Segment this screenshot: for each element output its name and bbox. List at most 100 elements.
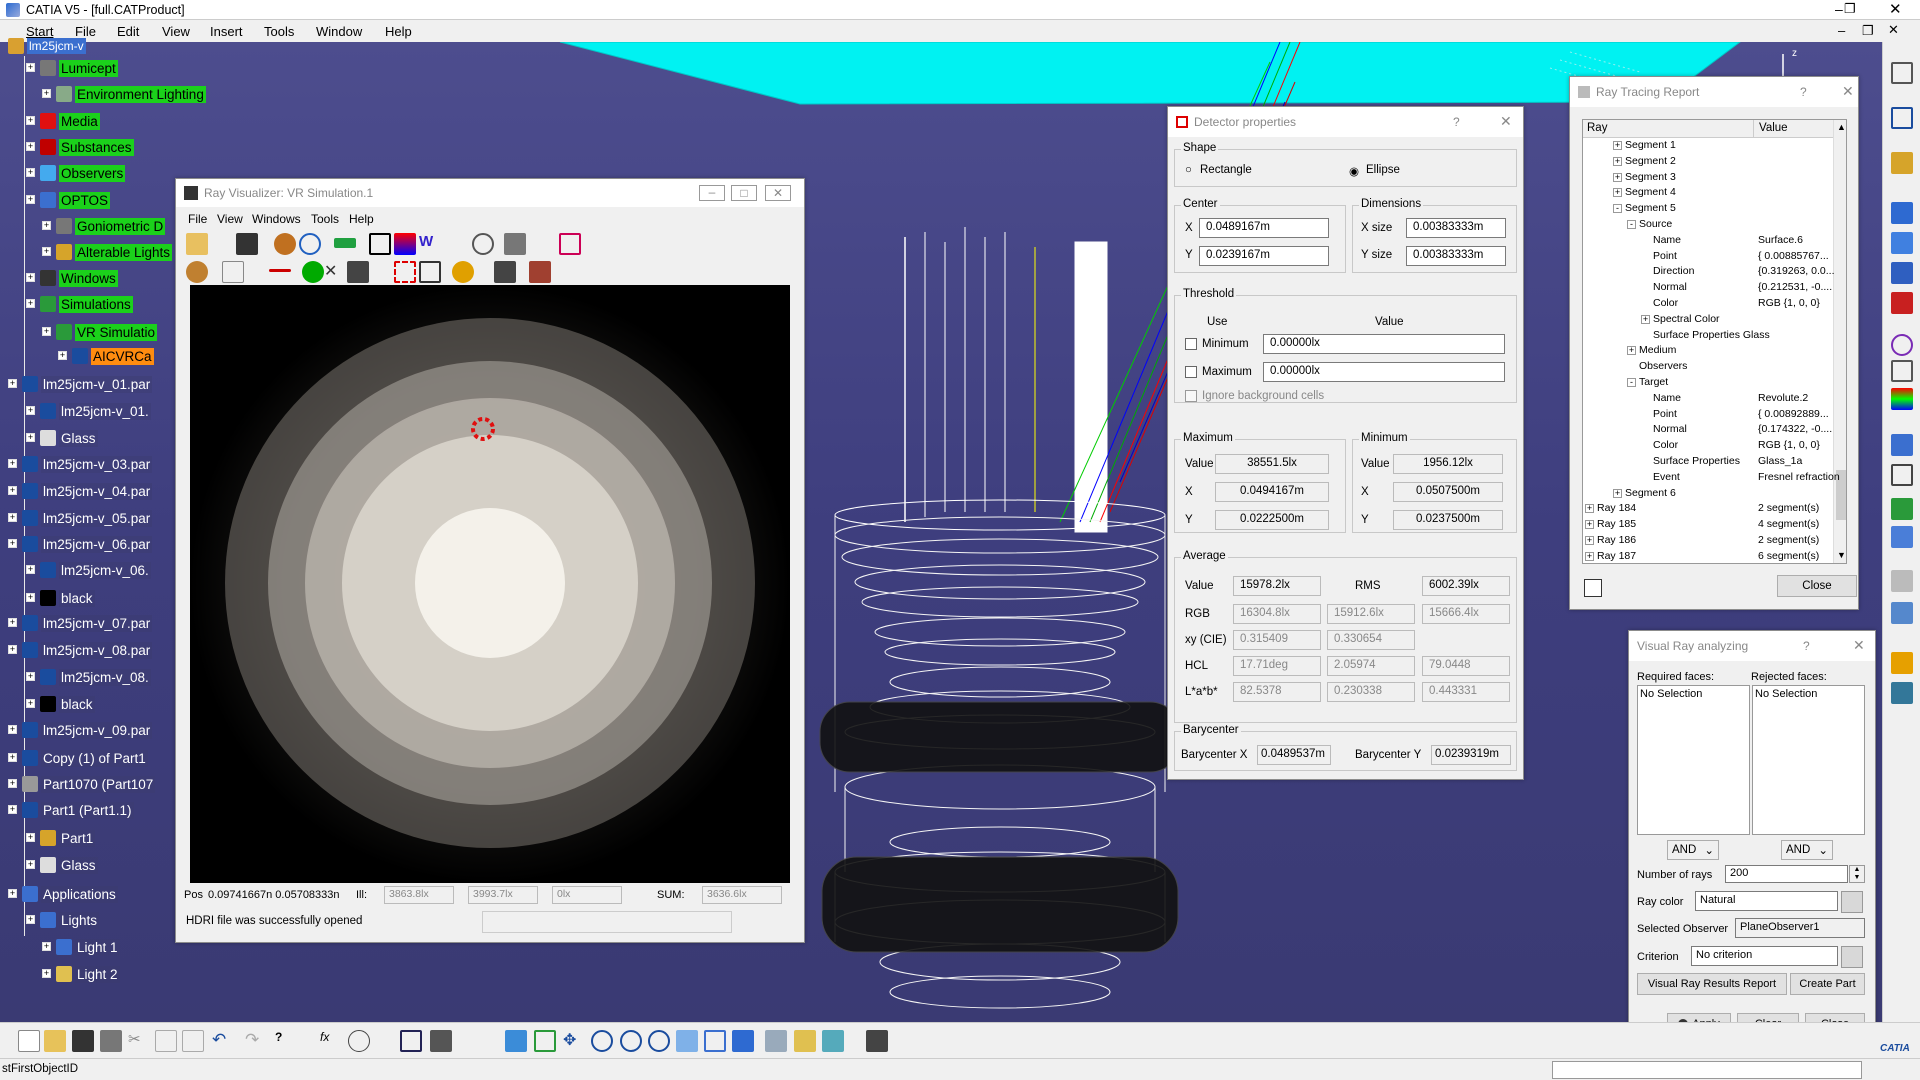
settings-icon[interactable] [274,233,296,255]
tree-expander-icon[interactable]: + [8,725,17,734]
hdri-image[interactable] [190,285,790,883]
report-row[interactable]: Normal {0.174322, -0.... [1583,423,1833,436]
eye-icon[interactable] [472,233,494,255]
tree-item[interactable]: + lm25jcm-v_03.par [8,454,153,474]
mesh-icon[interactable] [1891,360,1913,382]
report-row[interactable]: + Segment 4 [1583,186,1833,199]
zoom-in-icon[interactable] [620,1030,642,1052]
report-row[interactable]: Name Revolute.2 [1583,392,1833,405]
pan-icon[interactable] [334,238,356,248]
tree-item[interactable]: + Media [26,111,100,131]
x-size-field[interactable]: 0.00383333m [1406,218,1506,238]
tree-item[interactable]: + OPTOS [26,190,111,210]
tree-expander-icon[interactable]: + [42,969,51,978]
number-of-rays-field[interactable]: 200 [1725,865,1848,883]
tree-item[interactable]: + Applications [8,884,118,904]
tree-expander-icon[interactable]: + [42,247,51,256]
report-save-icon[interactable] [1584,579,1602,597]
tree-root[interactable]: lm25jcm-v [8,36,86,56]
camera-icon[interactable] [866,1030,888,1052]
maximum-checkbox[interactable] [1185,366,1197,378]
tree-expander-icon[interactable]: + [26,195,35,204]
scroll-down-icon[interactable]: ▼ [1837,550,1846,560]
tree-item[interactable]: + lm25jcm-v_05.par [8,508,153,528]
tree-expander-icon[interactable]: + [26,593,35,602]
detector-help-icon[interactable]: ? [1453,115,1460,129]
lumicept-icon[interactable] [1891,334,1913,356]
report-row[interactable]: + Segment 6 [1583,487,1833,500]
tree-item[interactable]: + Part1070 (Part107 [8,774,156,794]
menu-help[interactable]: Help [385,24,412,39]
green-arrow-icon[interactable] [1891,498,1913,520]
whats-this-icon[interactable]: ? [275,1030,297,1052]
report-expander-icon[interactable]: + [1585,520,1594,530]
hide-show-icon[interactable] [794,1030,816,1052]
rv-minimize-icon[interactable]: – [699,185,725,201]
minimum-checkbox[interactable] [1185,338,1197,350]
tree-item[interactable]: + lm25jcm-v_04.par [8,481,153,501]
zoom-icon[interactable] [299,233,321,255]
tree-item[interactable]: + Part1 (Part1.1) [8,800,134,820]
tree-item[interactable]: + Copy (1) of Part1 [8,748,148,768]
tree-expander-icon[interactable]: + [26,406,35,415]
tree-item[interactable]: + lm25jcm-v_01.par [8,374,153,394]
crop-icon[interactable] [369,233,391,255]
tree-expander-icon[interactable]: + [26,833,35,842]
rectangle-radio[interactable]: ○ [1185,164,1192,176]
report-expander-icon[interactable]: + [1613,156,1622,166]
swap-icon[interactable] [822,1030,844,1052]
tree-item[interactable]: + lm25jcm-v_06.par [8,534,153,554]
gradient-icon[interactable] [394,233,416,255]
save-icon[interactable] [236,233,258,255]
new-doc-icon[interactable] [18,1030,40,1052]
comment-icon[interactable] [348,1030,370,1052]
ray-color-picker-icon[interactable] [1841,891,1863,913]
report-row[interactable]: Observers [1583,360,1833,373]
rotate-icon[interactable] [591,1030,613,1052]
tree-expander-icon[interactable]: + [8,805,17,814]
fly-icon[interactable] [505,1030,527,1052]
spectrum-icon[interactable] [1891,388,1913,410]
report-row[interactable]: + Segment 1 [1583,139,1833,152]
table-icon[interactable] [400,1030,422,1052]
light-icon[interactable] [1891,652,1913,674]
tree-expander-icon[interactable]: + [26,672,35,681]
doc-minimize-icon[interactable]: – [1838,23,1845,38]
report-expander-icon[interactable]: + [1585,504,1594,514]
filter-icon[interactable] [1891,570,1913,592]
pan-view-icon[interactable]: ✥ [563,1030,585,1052]
pattern-icon[interactable] [504,233,526,255]
close-icon[interactable]: ✕ [1889,0,1902,18]
tree-item[interactable]: + Light 2 [42,964,120,984]
report-row[interactable]: + Ray 187 6 segment(s) [1583,550,1833,563]
tree-item[interactable]: + Simulations [26,294,133,314]
report-close-button[interactable]: Close [1777,575,1857,597]
assembly-icon[interactable] [1891,152,1913,174]
command-input[interactable] [1552,1061,1862,1079]
grid-snap-icon[interactable] [1891,62,1913,84]
copy-icon[interactable] [155,1030,177,1052]
report-row[interactable]: + Medium [1583,344,1833,357]
tree-expander-icon[interactable]: + [8,486,17,495]
tree-item[interactable]: + Lights [26,910,100,930]
report-expander-icon[interactable]: + [1585,536,1594,545]
rays-spinner-icon[interactable]: ▲ ▼ [1849,865,1865,883]
tree-item[interactable]: + lm25jcm-v_08. [26,667,151,687]
print-icon[interactable] [100,1030,122,1052]
visual-ray-help-icon[interactable]: ? [1803,639,1810,653]
tree-expander-icon[interactable]: + [26,433,35,442]
normal-view-icon[interactable] [676,1030,698,1052]
doc-restore-icon[interactable]: ❐ [1862,23,1874,39]
selected-observer-select[interactable]: PlaneObserver1 [1735,918,1865,938]
catalog-icon[interactable] [430,1030,452,1052]
scroll-up-icon[interactable]: ▲ [1837,122,1846,132]
report-row[interactable]: Surface Properties Glass_1a [1583,455,1833,468]
report-expander-icon[interactable]: + [1613,172,1622,182]
speaker-icon[interactable] [347,261,369,283]
create-part-button[interactable]: Create Part [1790,973,1865,995]
undo-icon[interactable]: ↶ [212,1030,234,1052]
report-row[interactable]: - Target [1583,376,1833,389]
redo-icon[interactable]: ↷ [245,1030,267,1052]
tool-gear-icon[interactable] [186,261,208,283]
tree-expander-icon[interactable]: + [26,168,35,177]
